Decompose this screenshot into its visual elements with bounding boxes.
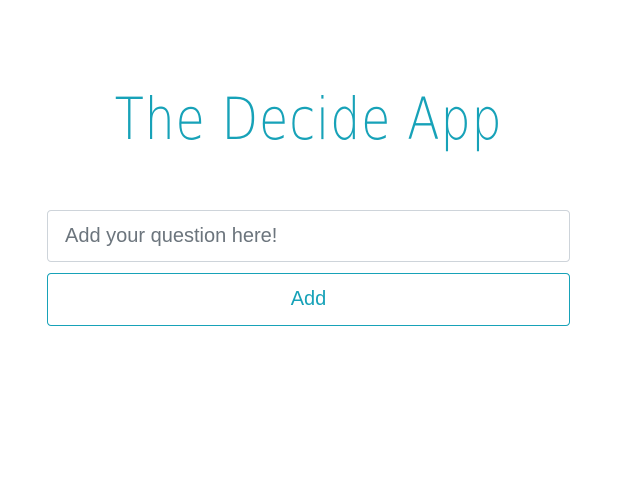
app-title: The Decide App	[114, 85, 503, 153]
question-input[interactable]	[47, 210, 570, 262]
page: The Decide App Add	[0, 0, 617, 494]
add-button[interactable]: Add	[47, 273, 570, 326]
